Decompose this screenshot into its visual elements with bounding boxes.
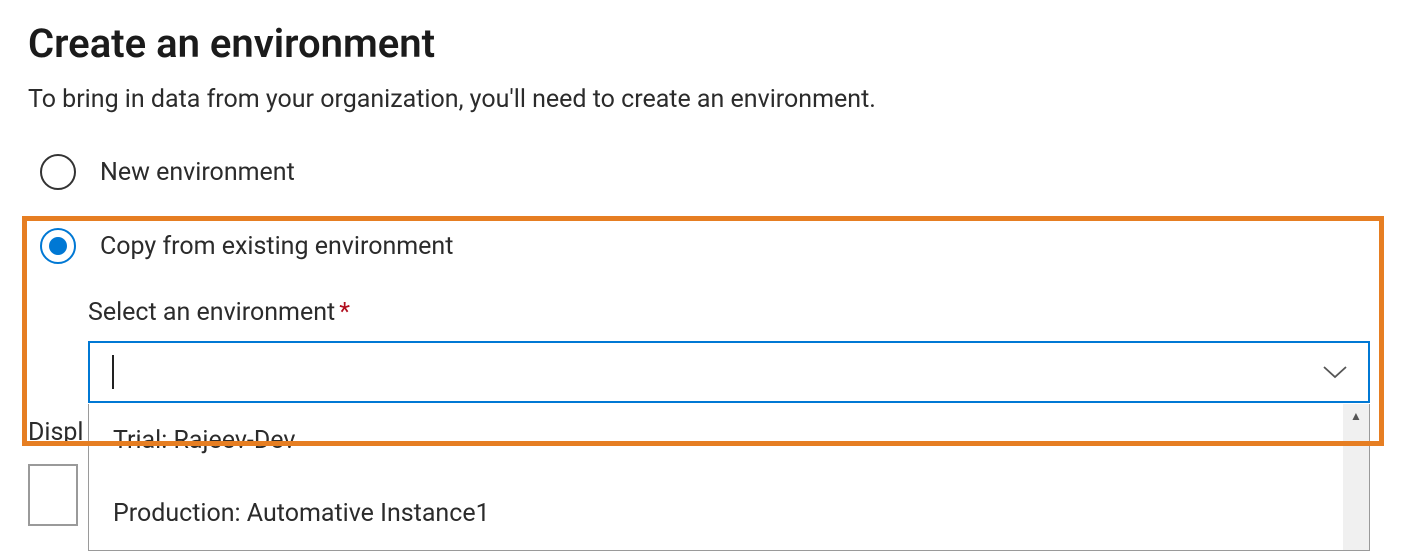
- text-cursor-icon: [112, 355, 114, 389]
- select-environment-label: Select an environment*: [88, 298, 1380, 327]
- page-title: Create an environment: [28, 20, 1380, 67]
- dropdown-option[interactable]: Production: Automative Instance1: [89, 477, 1369, 550]
- select-environment-dropdown[interactable]: [88, 341, 1370, 403]
- page-subtitle: To bring in data from your organization,…: [28, 85, 1380, 114]
- radio-copy-environment[interactable]: Copy from existing environment: [28, 228, 1380, 264]
- select-label-text: Select an environment: [88, 298, 335, 327]
- dropdown-scrollbar[interactable]: ▲: [1343, 404, 1369, 550]
- required-indicator: *: [339, 298, 350, 327]
- dropdown-option[interactable]: Trial: Rajeev-Dev: [89, 404, 1369, 477]
- radio-label: New environment: [100, 158, 295, 187]
- display-name-label-fragment: Displ: [28, 418, 84, 447]
- radio-button-icon: [40, 154, 76, 190]
- environment-type-radio-group: New environment Copy from existing envir…: [28, 154, 1380, 264]
- select-environment-section: Select an environment*: [88, 298, 1380, 403]
- select-environment-input[interactable]: [110, 343, 1322, 401]
- chevron-down-icon: [1322, 364, 1348, 380]
- radio-label: Copy from existing environment: [100, 232, 453, 261]
- radio-new-environment[interactable]: New environment: [28, 154, 1380, 190]
- display-name-input-fragment[interactable]: [28, 464, 78, 526]
- scroll-up-arrow-icon[interactable]: ▲: [1343, 404, 1369, 428]
- radio-button-icon: [40, 228, 76, 264]
- environment-dropdown-list: ▲ Trial: Rajeev-Dev Production: Automati…: [88, 404, 1370, 551]
